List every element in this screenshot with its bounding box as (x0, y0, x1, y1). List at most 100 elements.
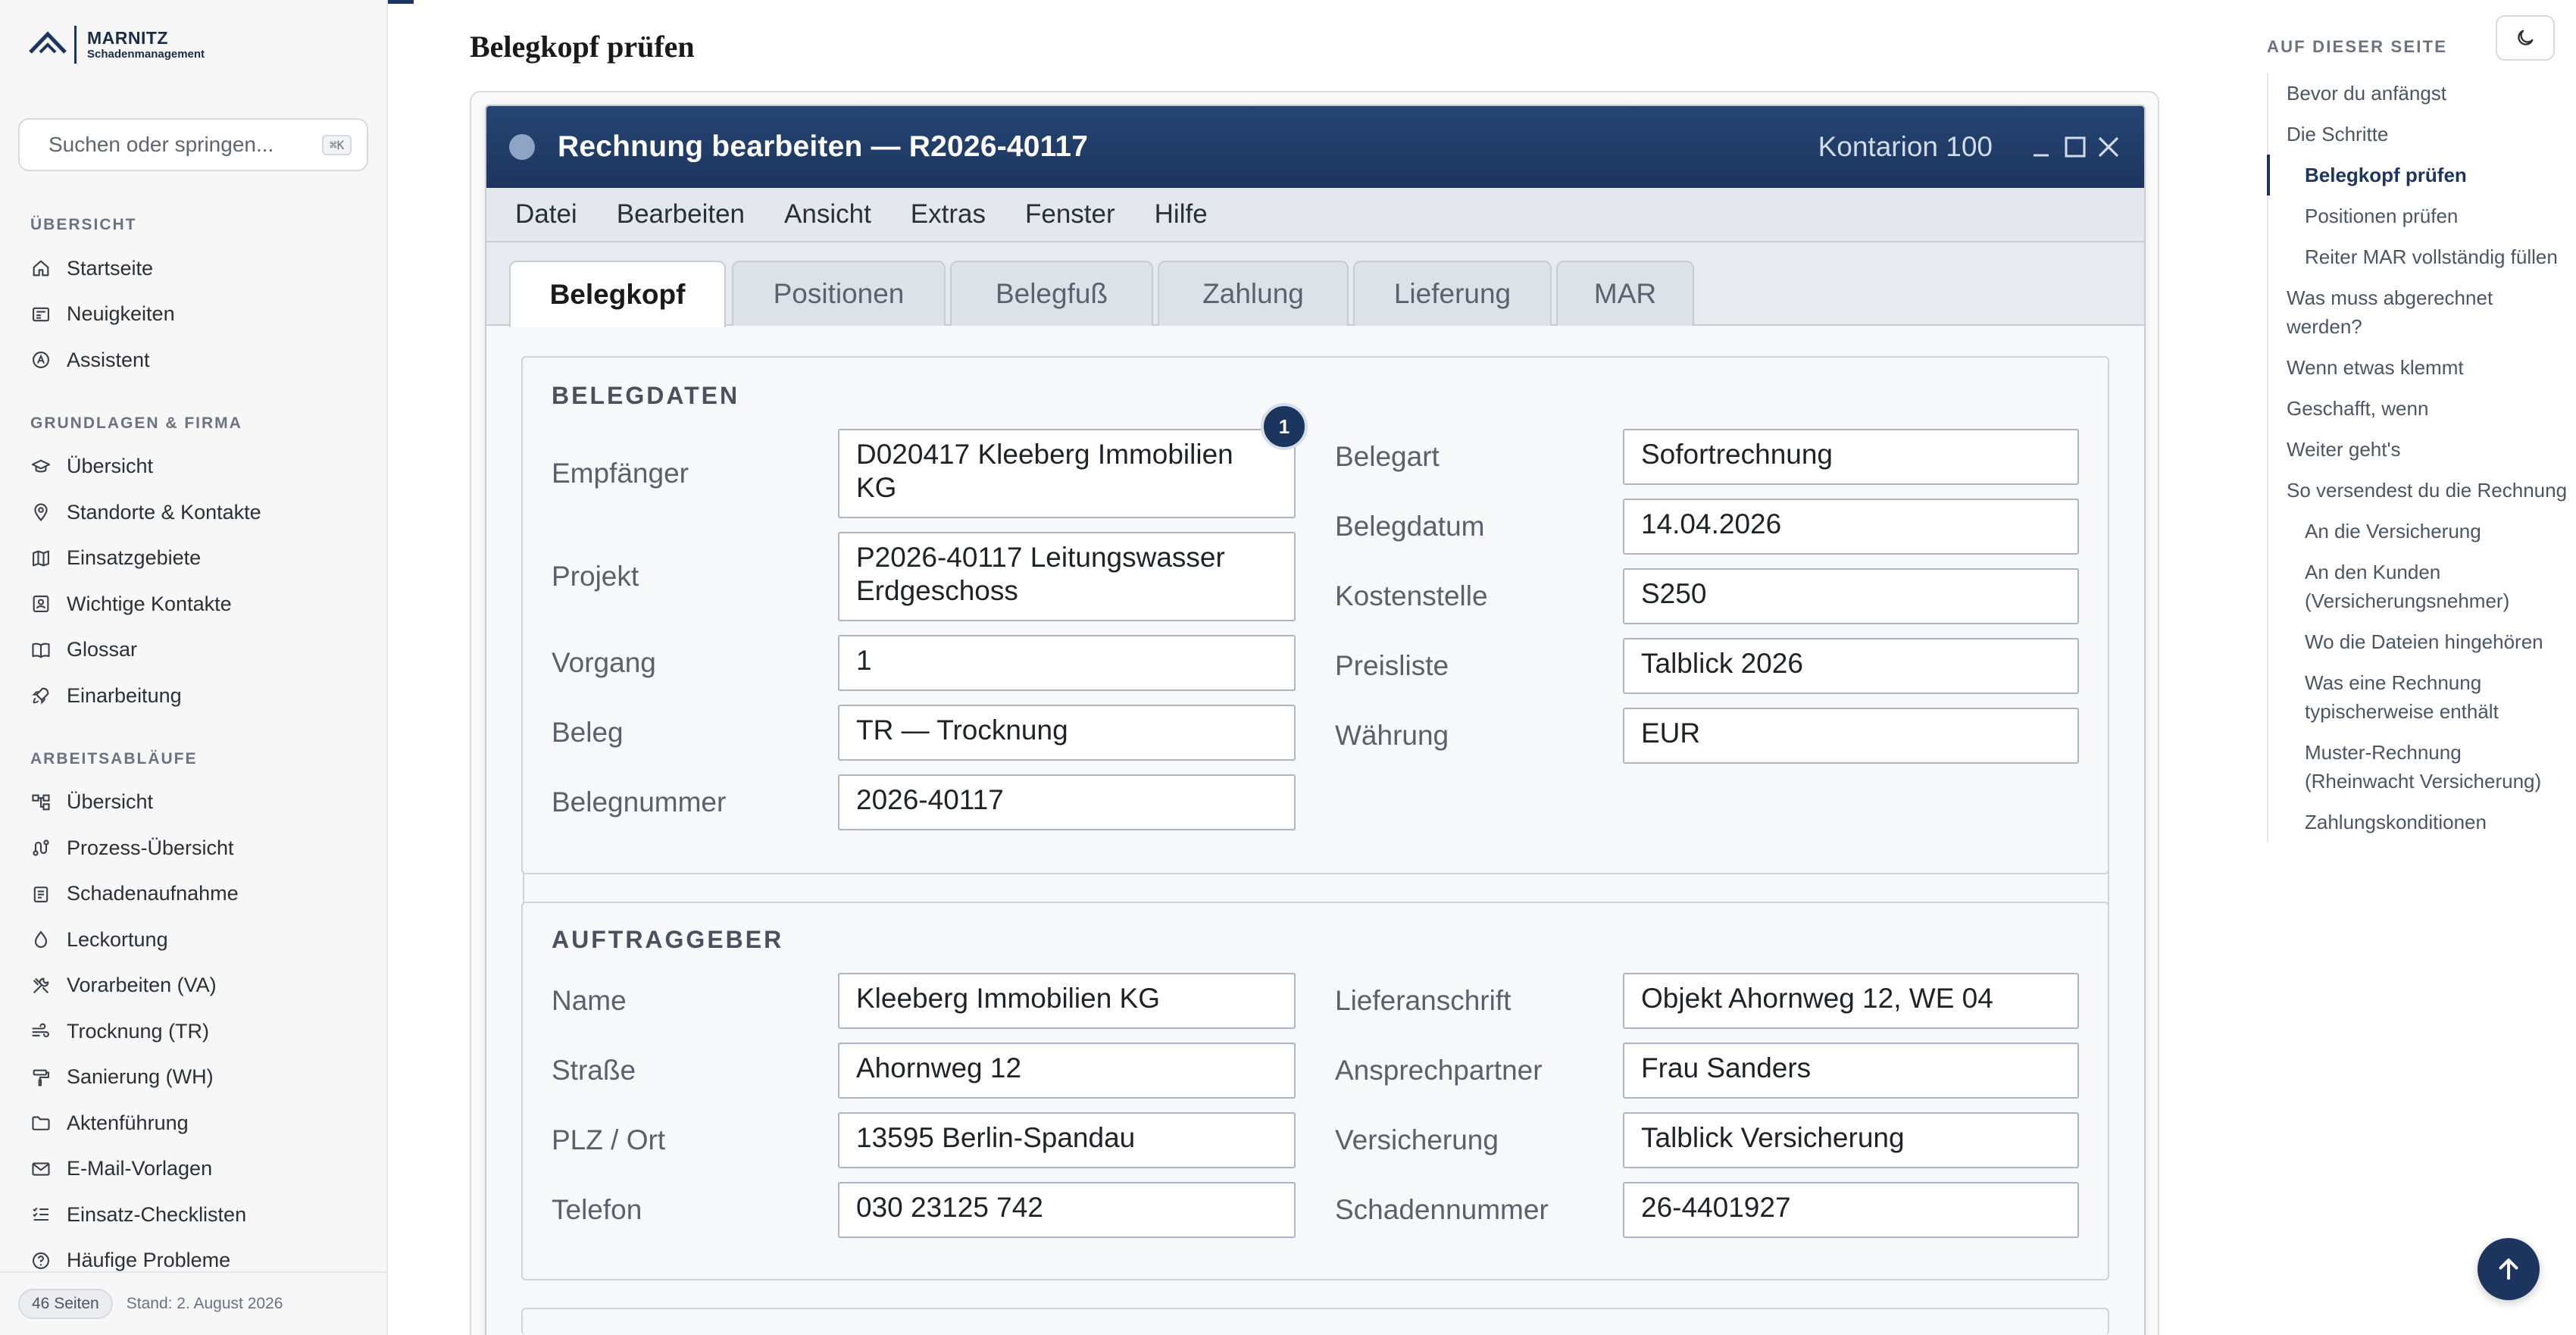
field-input[interactable]: 030 23125 742 (838, 1182, 1296, 1238)
sidebar-item[interactable]: Standorte & Kontakte (0, 489, 386, 536)
toc-item[interactable]: Die Schritte (2268, 114, 2570, 155)
toc-item[interactable]: Was eine Rechnung typischerweise enthält (2268, 662, 2570, 732)
sidebar-item[interactable]: Aktenführung (0, 1100, 386, 1146)
field-input[interactable]: Objekt Ahornweg 12, WE 04 (1623, 973, 2079, 1029)
route-icon (30, 837, 52, 858)
toc-item[interactable]: Bevor du anfängst (2268, 73, 2570, 114)
toc-item[interactable]: Was muss abgerechnet werden? (2268, 277, 2570, 347)
field-input[interactable]: Frau Sanders (1623, 1043, 2079, 1099)
menu-item[interactable]: Ansicht (784, 199, 871, 230)
field-label: Belegart (1335, 441, 1440, 472)
field-input[interactable]: S250 (1623, 568, 2079, 624)
tab-belegfuß[interactable]: Belegfuß (950, 261, 1153, 326)
table-of-contents: AUF DIESER SEITE Bevor du anfängst Die Sc… (2267, 30, 2570, 843)
tab-belegkopf[interactable]: Belegkopf (509, 261, 726, 327)
page-count-badge: 46 Seiten (18, 1289, 113, 1319)
scroll-to-top-button[interactable] (2478, 1238, 2540, 1300)
sidebar-item[interactable]: E-Mail-Vorlagen (0, 1146, 386, 1193)
search-input[interactable] (48, 133, 322, 157)
sidebar-item-label: Startseite (67, 256, 154, 280)
toc-item[interactable]: Wo die Dateien hingehören (2268, 621, 2570, 662)
toc-item[interactable]: Wenn etwas klemmt (2268, 347, 2570, 388)
brand-subtitle: Schadenmanagement (87, 48, 205, 61)
field-input[interactable]: Talblick 2026 (1623, 638, 2079, 694)
sidebar-item-label: Einarbeitung (67, 683, 182, 707)
toc-item[interactable]: Muster-Rechnung (Rheinwacht Versicherung… (2268, 732, 2570, 802)
minimize-icon[interactable] (2029, 134, 2055, 160)
sidebar-item[interactable]: Assistent (0, 337, 386, 383)
field-label: Belegnummer (552, 786, 727, 818)
menu-item[interactable]: Fenster (1025, 199, 1115, 230)
window-title: Rechnung bearbeiten — R2026-40117 (558, 130, 1089, 163)
menu-item[interactable]: Datei (515, 199, 577, 230)
field-label: Beleg (552, 717, 624, 748)
menu-item[interactable]: Extras (911, 199, 986, 230)
menu-item[interactable]: Bearbeiten (617, 199, 745, 230)
sidebar-item[interactable]: Einsatzgebiete (0, 536, 386, 582)
brand-logo[interactable]: MARNITZ Schadenmanagement (27, 26, 205, 64)
sidebar-item[interactable]: Neuigkeiten (0, 292, 386, 338)
sidebar-item[interactable]: Wichtige Kontakte (0, 581, 386, 627)
logo-mark-icon (29, 31, 67, 54)
folder-icon (30, 1112, 52, 1133)
tab-mar[interactable]: MAR (1556, 261, 1694, 326)
sidebar-item-label: Assistent (67, 348, 150, 371)
field-label: Schadennummer (1335, 1194, 1549, 1225)
tab-lieferung[interactable]: Lieferung (1353, 261, 1552, 326)
sidebar-item[interactable]: Glossar (0, 627, 386, 674)
field-label: Empfänger (552, 458, 689, 489)
menu-item[interactable]: Hilfe (1155, 199, 1208, 230)
nav-section: ÜBERSICHT Startseite Neuigkeiten Assistent (0, 205, 386, 383)
toc-item[interactable]: Belegkopf prüfen (2267, 155, 2570, 195)
sidebar-item-label: Prozess-Übersicht (67, 836, 234, 859)
toc-item[interactable]: An die Versicherung (2268, 511, 2570, 552)
field-input[interactable]: Kleeberg Immobilien KG (838, 973, 1296, 1029)
field-input[interactable]: Sofortrechnung (1623, 429, 2079, 485)
contact-card-icon (30, 593, 52, 614)
sidebar-item[interactable]: Vorarbeiten (VA) (0, 963, 386, 1009)
field-input[interactable]: 14.04.2026 (1623, 499, 2079, 555)
field-input[interactable]: Ahornweg 12 (838, 1043, 1296, 1099)
theme-toggle-button[interactable] (2496, 15, 2555, 61)
field-input[interactable]: D020417 Kleeberg Immobilien KG (838, 429, 1296, 518)
field-input[interactable]: TR — Trocknung (838, 705, 1296, 761)
checklist-icon (30, 1204, 52, 1225)
sidebar-item[interactable]: Einsatz-Checklisten (0, 1192, 386, 1238)
field-input[interactable]: 2026-40117 (838, 774, 1296, 830)
moon-icon (2518, 30, 2534, 45)
field-input[interactable]: EUR (1623, 708, 2079, 764)
tab-zahlung[interactable]: Zahlung (1158, 261, 1349, 326)
toc-item[interactable]: Zahlungskonditionen (2268, 802, 2570, 843)
sidebar-footer: 46 Seiten Stand: 2. August 2026 (0, 1271, 386, 1335)
search-box[interactable]: ⌘K (18, 118, 368, 171)
rocket-icon (30, 685, 52, 706)
toc-item[interactable]: An den Kunden (Versicherungsnehmer) (2268, 552, 2570, 621)
sidebar-item-label: Standorte & Kontakte (67, 500, 261, 524)
tab-positionen[interactable]: Positionen (732, 261, 946, 326)
window-status-icon (509, 134, 535, 160)
maximize-icon[interactable] (2062, 134, 2088, 160)
toc-item[interactable]: Reiter MAR vollständig füllen (2268, 236, 2570, 277)
close-icon[interactable] (2096, 134, 2121, 160)
sidebar-item[interactable]: Übersicht (0, 780, 386, 826)
sidebar-item-label: Übersicht (67, 455, 154, 478)
field-input[interactable]: 1 (838, 635, 1296, 691)
field-input[interactable]: P2026-40117 Leitungswasser Erdgeschoss (838, 532, 1296, 621)
toc-item[interactable]: So versendest du die Rechnung (2268, 470, 2570, 511)
field-input[interactable]: Talblick Versicherung (1623, 1112, 2079, 1168)
sidebar-item[interactable]: Trocknung (TR) (0, 1008, 386, 1055)
sidebar-item[interactable]: Startseite (0, 245, 386, 292)
toc-item[interactable]: Positionen prüfen (2268, 195, 2570, 236)
brand-divider (74, 26, 77, 64)
field-input[interactable]: 13595 Berlin-Spandau (838, 1112, 1296, 1168)
sidebar-item[interactable]: Sanierung (WH) (0, 1055, 386, 1101)
sidebar-item[interactable]: Übersicht (0, 444, 386, 490)
sidebar-item[interactable]: Einarbeitung (0, 673, 386, 719)
toc-item[interactable]: Weiter geht's (2268, 429, 2570, 470)
toc-item[interactable]: Geschafft, wenn (2268, 388, 2570, 429)
sidebar-item[interactable]: Schadenaufnahme (0, 871, 386, 918)
sidebar-item[interactable]: Prozess-Übersicht (0, 825, 386, 871)
sidebar-item[interactable]: Leckortung (0, 917, 386, 963)
field-input[interactable]: 26-4401927 (1623, 1182, 2079, 1238)
sidebar-item-label: Trocknung (TR) (67, 1019, 210, 1043)
